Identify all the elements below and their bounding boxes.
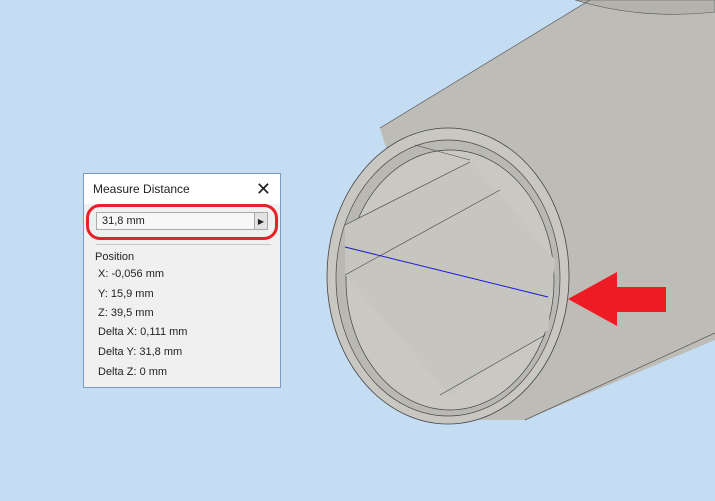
divider <box>96 244 271 245</box>
tube-model <box>326 0 715 425</box>
position-y: Y: 15,9 mm <box>98 288 154 300</box>
delta-x: Delta X: 0,111 mm <box>98 326 188 338</box>
delta-z: Delta Z: 0 mm <box>98 366 168 378</box>
delta-y: Delta Y: 31,8 mm <box>98 346 183 358</box>
close-icon[interactable]: ✕ <box>256 180 271 198</box>
chevron-right-icon[interactable]: ▶ <box>254 213 267 229</box>
distance-dropdown[interactable]: 31,8 mm ▶ <box>96 212 268 230</box>
dialog-titlebar: Measure Distance ✕ <box>84 174 280 204</box>
measure-distance-dialog: Measure Distance ✕ 31,8 mm ▶ Position X:… <box>83 173 281 388</box>
distance-value: 31,8 mm <box>102 215 145 227</box>
position-z: Z: 39,5 mm <box>98 307 154 319</box>
position-x: X: -0,056 mm <box>98 268 165 280</box>
dialog-title: Measure Distance <box>93 182 190 196</box>
position-heading: Position <box>95 251 135 263</box>
